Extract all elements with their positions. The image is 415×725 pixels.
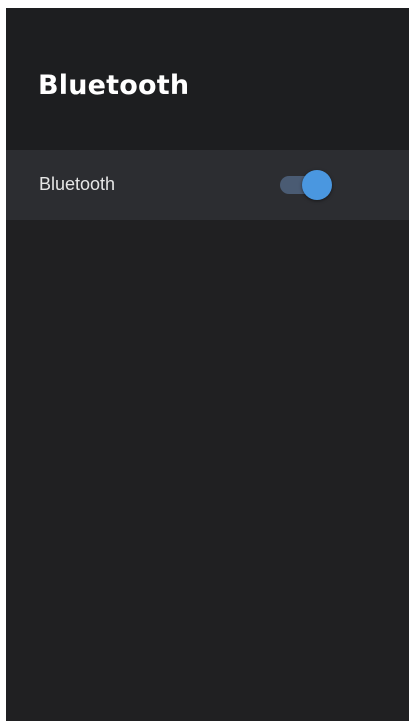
page-title: Bluetooth (38, 70, 190, 101)
bluetooth-setting-row[interactable]: Bluetooth (6, 150, 409, 220)
toggle-thumb (302, 170, 332, 200)
app-header: Bluetooth (6, 8, 409, 150)
bluetooth-setting-label: Bluetooth (39, 174, 116, 194)
bluetooth-toggle[interactable] (280, 170, 332, 200)
bluetooth-settings-screen: Bluetooth Bluetooth (6, 8, 409, 721)
